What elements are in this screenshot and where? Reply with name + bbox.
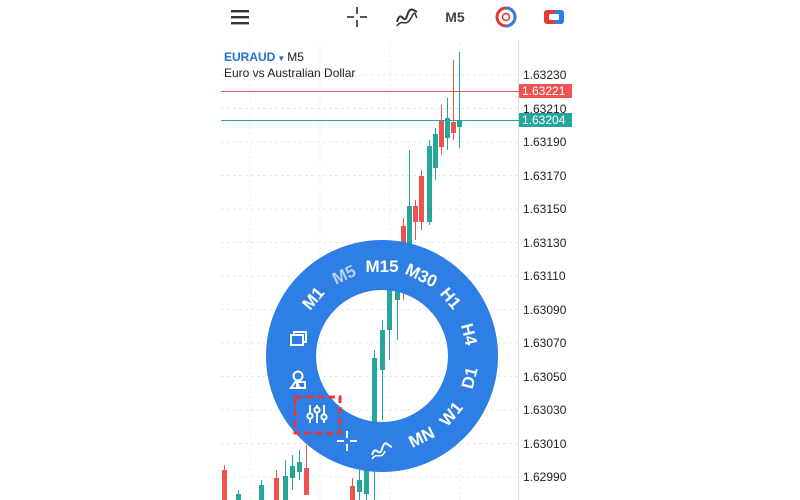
price-axis-label: 1.63070	[523, 336, 567, 350]
candle-body	[372, 358, 377, 470]
dropdown-triangle-icon[interactable]: ▼	[277, 54, 285, 63]
candle-body	[380, 330, 385, 370]
candle-body	[259, 485, 264, 500]
candle-body	[290, 466, 295, 478]
price-axis-label: 1.62990	[523, 470, 567, 484]
price-axis-label: 1.63090	[523, 302, 567, 317]
symbol-timeframe: M5	[287, 50, 304, 64]
candle-body	[401, 226, 406, 270]
symbol-name[interactable]: EURAUD	[224, 50, 275, 64]
candle-body	[395, 280, 400, 300]
price-axis-divider	[518, 40, 519, 500]
candle-body	[387, 290, 392, 330]
price-chart[interactable]	[0, 0, 800, 500]
candle-body	[419, 176, 424, 222]
bid-price-tag: 1.63204	[519, 113, 572, 127]
price-axis-label: 1.63150	[523, 202, 567, 216]
price-axis-label: 1.63130	[523, 235, 567, 250]
candle-body	[457, 120, 462, 127]
candle-body	[283, 476, 288, 500]
candle-body	[357, 480, 362, 492]
price-axis-label: 1.63030	[523, 403, 567, 417]
candle-body	[236, 494, 241, 500]
candle-body	[222, 470, 227, 500]
price-axis-label: 1.63230	[523, 68, 567, 82]
candle-body	[413, 206, 418, 222]
candle-body	[445, 118, 450, 138]
price-axis-label: 1.63170	[523, 168, 567, 183]
candle-body	[427, 146, 432, 222]
symbol-info: EURAUD ▼ M5 Euro vs Australian Dollar	[224, 50, 355, 80]
bid-price-line	[221, 120, 519, 121]
symbol-description: Euro vs Australian Dollar	[224, 66, 356, 80]
price-axis-label: 1.63050	[523, 369, 567, 384]
candle-body	[350, 486, 355, 500]
price-axis-label: 1.63110	[523, 269, 566, 283]
candle-body	[304, 468, 309, 495]
price-axis-label: 1.63190	[523, 135, 567, 149]
candle-body	[439, 120, 444, 147]
ask-price-line	[221, 91, 519, 92]
candle-body	[297, 462, 302, 472]
candle-body	[364, 468, 369, 494]
candle-body	[451, 122, 456, 133]
candle-body	[274, 478, 279, 500]
candle-body	[433, 134, 438, 168]
candle-body	[407, 206, 412, 246]
ask-price-tag: 1.63221	[519, 84, 572, 98]
price-axis-label: 1.63010	[523, 436, 567, 451]
